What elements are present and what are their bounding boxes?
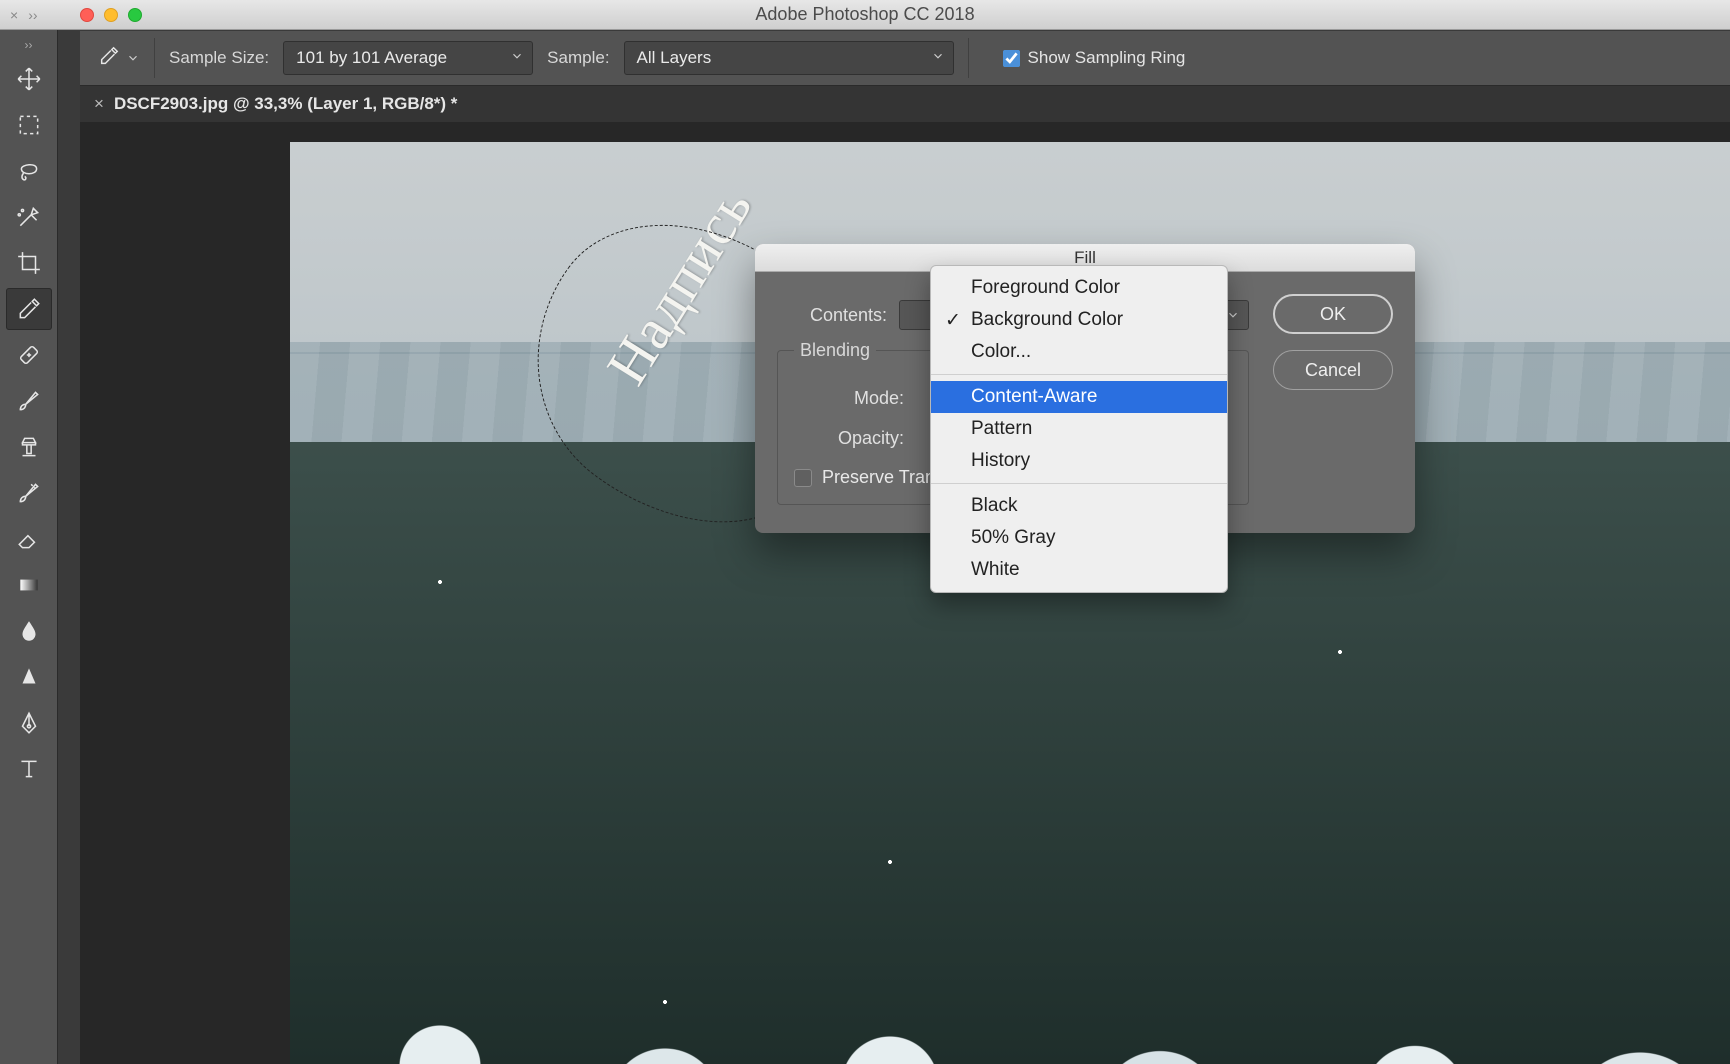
chevron-down-icon (931, 48, 945, 68)
app-title: Adobe Photoshop CC 2018 (755, 4, 974, 25)
menu-item-white[interactable]: White (931, 554, 1227, 586)
close-window-button[interactable] (80, 8, 94, 22)
tab-close-button[interactable]: × (94, 94, 104, 114)
menu-item-background-color[interactable]: Background Color (931, 304, 1227, 336)
titlebar: × ›› Adobe Photoshop CC 2018 (0, 0, 1730, 30)
document-tab-title[interactable]: DSCF2903.jpg @ 33,3% (Layer 1, RGB/8*) * (114, 94, 457, 114)
move-tool[interactable] (6, 58, 52, 100)
menu-item-history[interactable]: History (931, 445, 1227, 477)
menu-item-color[interactable]: Color... (931, 336, 1227, 368)
menu-item-pattern[interactable]: Pattern (931, 413, 1227, 445)
pen-tool[interactable] (6, 702, 52, 744)
quick-selection-tool[interactable] (6, 196, 52, 238)
type-tool[interactable] (6, 748, 52, 790)
separator (154, 38, 155, 78)
sample-select[interactable]: All Layers (624, 41, 954, 75)
tools-panel: ›› (0, 30, 58, 1064)
contents-label: Contents: (777, 305, 887, 326)
sample-size-value: 101 by 101 Average (296, 48, 447, 68)
opacity-label: Opacity: (794, 428, 904, 449)
menu-separator (931, 374, 1227, 375)
clone-stamp-tool[interactable] (6, 426, 52, 468)
mode-label: Mode: (794, 388, 904, 409)
sample-value: All Layers (637, 48, 712, 68)
chevron-down-icon (1226, 308, 1240, 322)
show-sampling-ring-input[interactable] (1003, 50, 1020, 67)
separator (968, 38, 969, 78)
sample-size-select[interactable]: 101 by 101 Average (283, 41, 533, 75)
eraser-tool[interactable] (6, 518, 52, 560)
image-region (290, 762, 1730, 1064)
menu-item-foreground-color[interactable]: Foreground Color (931, 272, 1227, 304)
cancel-button[interactable]: Cancel (1273, 350, 1393, 390)
crop-tool[interactable] (6, 242, 52, 284)
blur-tool[interactable] (6, 610, 52, 652)
menu-item-content-aware[interactable]: Content-Aware (931, 381, 1227, 413)
minimize-window-button[interactable] (104, 8, 118, 22)
menu-item-50-gray[interactable]: 50% Gray (931, 522, 1227, 554)
lasso-tool[interactable] (6, 150, 52, 192)
dodge-tool[interactable] (6, 656, 52, 698)
history-brush-tool[interactable] (6, 472, 52, 514)
brush-tool[interactable] (6, 380, 52, 422)
contents-dropdown-menu: Foreground Color Background Color Color.… (930, 265, 1228, 593)
chevron-down-icon (126, 51, 140, 65)
marquee-tool[interactable] (6, 104, 52, 146)
current-tool-indicator[interactable] (98, 45, 140, 72)
show-sampling-ring-checkbox[interactable]: Show Sampling Ring (1003, 48, 1186, 68)
options-bar: Sample Size: 101 by 101 Average Sample: … (80, 30, 1730, 86)
sample-size-label: Sample Size: (169, 48, 269, 68)
panel-tab-strip: × ›› (0, 0, 48, 30)
zoom-window-button[interactable] (128, 8, 142, 22)
blending-legend: Blending (794, 340, 876, 361)
ok-button[interactable]: OK (1273, 294, 1393, 334)
sample-label: Sample: (547, 48, 609, 68)
menu-item-black[interactable]: Black (931, 490, 1227, 522)
panel-expand-icon[interactable]: ›› (28, 7, 37, 23)
document-tabs: × DSCF2903.jpg @ 33,3% (Layer 1, RGB/8*)… (80, 86, 1730, 122)
eyedropper-tool[interactable] (6, 288, 52, 330)
show-sampling-ring-label: Show Sampling Ring (1028, 48, 1186, 68)
collapse-arrows-icon[interactable]: ›› (0, 36, 57, 54)
window-controls (80, 8, 142, 22)
chevron-down-icon (510, 48, 524, 68)
menu-separator (931, 483, 1227, 484)
eyedropper-icon (98, 45, 120, 72)
panel-close-icon[interactable]: × (10, 7, 18, 23)
gradient-tool[interactable] (6, 564, 52, 606)
checkbox-icon (794, 469, 812, 487)
spot-healing-tool[interactable] (6, 334, 52, 376)
